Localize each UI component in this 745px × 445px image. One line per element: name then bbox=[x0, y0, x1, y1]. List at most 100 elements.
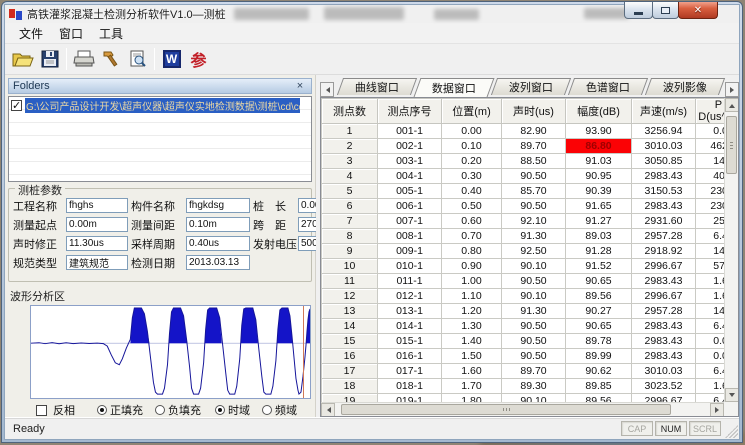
table-cell[interactable]: 002-1 bbox=[378, 139, 442, 154]
standard-type-field[interactable] bbox=[66, 255, 128, 270]
table-cell[interactable]: 0.10 bbox=[442, 139, 502, 154]
measure-start-field[interactable] bbox=[66, 217, 128, 232]
table-cell[interactable]: 90.10 bbox=[502, 394, 566, 403]
table-cell[interactable]: 91.28 bbox=[566, 244, 632, 259]
table-cell[interactable]: 017-1 bbox=[378, 364, 442, 379]
table-cell[interactable]: 3150.53 bbox=[632, 184, 696, 199]
row-number-cell[interactable]: 13 bbox=[322, 304, 378, 319]
table-cell[interactable]: 0.00 bbox=[442, 124, 502, 139]
scroll-left-button[interactable] bbox=[321, 403, 335, 417]
time-domain-radio-group[interactable]: 时域 bbox=[215, 402, 250, 417]
tab-wavetrain-window[interactable]: 波列窗口 bbox=[491, 78, 571, 95]
table-cell[interactable]: 91.65 bbox=[566, 199, 632, 214]
table-cell[interactable]: 0.30 bbox=[442, 169, 502, 184]
table-cell[interactable]: 90.95 bbox=[566, 169, 632, 184]
table-cell[interactable]: 3256.94 bbox=[632, 124, 696, 139]
table-cell[interactable]: 3010.03 bbox=[632, 364, 696, 379]
table-cell[interactable]: 90.10 bbox=[502, 259, 566, 274]
row-number-cell[interactable]: 1 bbox=[322, 124, 378, 139]
fill-negative-radio-group[interactable]: 负填充 bbox=[155, 402, 201, 417]
table-cell[interactable]: 006-1 bbox=[378, 199, 442, 214]
close-button[interactable]: ✕ bbox=[678, 2, 718, 19]
table-cell[interactable]: 1.70 bbox=[442, 379, 502, 394]
table-cell[interactable]: 91.30 bbox=[502, 304, 566, 319]
column-header[interactable]: 声速(m/s) bbox=[632, 99, 696, 124]
table-cell[interactable]: 90.39 bbox=[566, 184, 632, 199]
table-cell[interactable]: 2983.43 bbox=[632, 334, 696, 349]
table-cell[interactable]: 0.50 bbox=[442, 199, 502, 214]
table-cell[interactable]: 1.60 bbox=[442, 364, 502, 379]
tab-scroll-left-button[interactable] bbox=[320, 82, 334, 97]
table-cell[interactable]: 2983.43 bbox=[632, 349, 696, 364]
table-cell[interactable]: 0.80 bbox=[442, 244, 502, 259]
folder-path[interactable]: G:\公司产品设计开发\超声仪器\超声仪实地检测数据\测桩\cd\cd03\cd… bbox=[25, 98, 300, 113]
table-cell[interactable]: 007-1 bbox=[378, 214, 442, 229]
table-cell[interactable]: 90.50 bbox=[502, 274, 566, 289]
table-cell[interactable]: 89.99 bbox=[566, 349, 632, 364]
table-cell[interactable]: 004-1 bbox=[378, 169, 442, 184]
freq-domain-radio-group[interactable]: 频域 bbox=[262, 402, 297, 417]
table-cell[interactable]: 230.4 bbox=[696, 199, 725, 214]
column-header[interactable]: 幅度(dB) bbox=[566, 99, 632, 124]
table-cell[interactable]: 2931.60 bbox=[632, 214, 696, 229]
row-number-cell[interactable]: 11 bbox=[322, 274, 378, 289]
table-cell[interactable]: 1.80 bbox=[442, 394, 502, 403]
table-cell[interactable]: 1.60 bbox=[696, 274, 725, 289]
table-cell[interactable]: 011-1 bbox=[378, 274, 442, 289]
table-cell[interactable]: 0.00 bbox=[696, 334, 725, 349]
table-cell[interactable]: 90.27 bbox=[566, 304, 632, 319]
table-cell[interactable]: 2983.43 bbox=[632, 274, 696, 289]
table-cell[interactable]: 91.27 bbox=[566, 214, 632, 229]
invert-checkbox-group[interactable]: 反相 bbox=[36, 402, 75, 417]
table-cell[interactable]: 90.50 bbox=[502, 319, 566, 334]
resize-grip[interactable] bbox=[725, 425, 738, 438]
parameters-button[interactable]: 参 bbox=[185, 46, 212, 72]
invert-checkbox[interactable] bbox=[36, 405, 47, 416]
table-cell[interactable]: 14.4 bbox=[696, 244, 725, 259]
table-cell[interactable]: 85.70 bbox=[502, 184, 566, 199]
table-cell[interactable]: 6.40 bbox=[696, 394, 725, 403]
table-cell[interactable]: 2996.67 bbox=[632, 259, 696, 274]
vertical-scrollbar[interactable] bbox=[724, 98, 738, 402]
sample-period-field[interactable] bbox=[186, 236, 250, 251]
table-cell[interactable]: 91.03 bbox=[566, 154, 632, 169]
column-header[interactable]: 测点数 bbox=[322, 99, 378, 124]
table-cell[interactable]: 2957.28 bbox=[632, 229, 696, 244]
table-cell[interactable]: 2996.67 bbox=[632, 289, 696, 304]
menu-tools[interactable]: 工具 bbox=[91, 23, 131, 44]
tab-scroll-right-button[interactable] bbox=[725, 82, 739, 97]
column-header[interactable]: P S D(us^2/m) bbox=[696, 99, 725, 124]
table-cell[interactable]: 0.20 bbox=[442, 154, 502, 169]
folders-list[interactable]: G:\公司产品设计开发\超声仪器\超声仪实地检测数据\测桩\cd\cd03\cd… bbox=[8, 96, 312, 182]
table-cell[interactable]: 003-1 bbox=[378, 154, 442, 169]
table-cell[interactable]: 019-1 bbox=[378, 394, 442, 403]
folder-checkbox[interactable] bbox=[11, 100, 22, 111]
tab-spectrum-window[interactable]: 色谱窗口 bbox=[568, 78, 648, 95]
tab-wavetrain-image[interactable]: 波列影像 bbox=[645, 78, 725, 95]
table-cell[interactable]: 90.50 bbox=[502, 199, 566, 214]
row-number-cell[interactable]: 16 bbox=[322, 349, 378, 364]
table-cell[interactable]: 3010.03 bbox=[632, 139, 696, 154]
table-cell[interactable]: 012-1 bbox=[378, 289, 442, 304]
column-header[interactable]: 测点序号 bbox=[378, 99, 442, 124]
table-cell[interactable]: 6.40 bbox=[696, 364, 725, 379]
table-cell[interactable]: 57.6 bbox=[696, 259, 725, 274]
test-date-field[interactable] bbox=[186, 255, 250, 270]
menu-window[interactable]: 窗口 bbox=[51, 23, 91, 44]
table-cell[interactable]: 005-1 bbox=[378, 184, 442, 199]
table-cell[interactable]: 018-1 bbox=[378, 379, 442, 394]
row-number-cell[interactable]: 10 bbox=[322, 259, 378, 274]
row-number-cell[interactable]: 2 bbox=[322, 139, 378, 154]
table-cell[interactable]: 14.4 bbox=[696, 154, 725, 169]
table-cell[interactable]: 86.80 bbox=[566, 139, 632, 154]
table-cell[interactable]: 40.0 bbox=[696, 169, 725, 184]
table-cell[interactable]: 3023.52 bbox=[632, 379, 696, 394]
table-cell[interactable]: 1.30 bbox=[442, 319, 502, 334]
table-cell[interactable]: 92.10 bbox=[502, 214, 566, 229]
row-number-cell[interactable]: 19 bbox=[322, 394, 378, 403]
table-cell[interactable]: 89.85 bbox=[566, 379, 632, 394]
row-number-cell[interactable]: 9 bbox=[322, 244, 378, 259]
table-cell[interactable]: 0.40 bbox=[442, 184, 502, 199]
time-correction-field[interactable] bbox=[66, 236, 128, 251]
folders-panel-header[interactable]: Folders × bbox=[8, 78, 312, 94]
